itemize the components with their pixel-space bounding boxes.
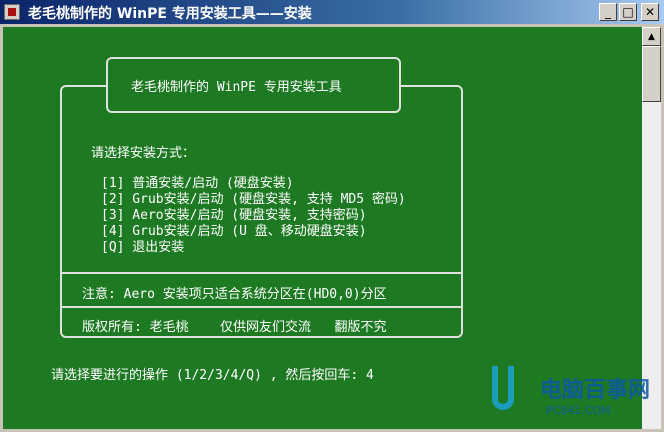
prompt-heading: 请选择安装方式：	[91, 146, 196, 161]
input-prompt: 请选择要进行的操作 (1/2/3/4/Q) , 然后按回车: 4	[51, 368, 374, 383]
close-button[interactable]: ✕	[641, 3, 659, 21]
divider-top	[61, 272, 461, 274]
console-text: 老毛桃制作的 WinPE 专用安装工具 请选择安装方式： [1] 普通安装/启动…	[3, 27, 642, 429]
divider-bottom	[61, 306, 461, 308]
note-text: 注意: Aero 安装项只适合系统分区在(HD0,0)分区	[82, 287, 387, 302]
title-bar[interactable]: 老毛桃制作的 WinPE 专用安装工具——安装 _ □ ✕	[0, 0, 664, 24]
option-quit: [Q] 退出安装	[101, 240, 185, 255]
scroll-up-button[interactable]: ▲	[642, 27, 661, 46]
watermark-subtext: PC841.COM	[546, 404, 611, 417]
app-icon[interactable]	[4, 4, 20, 20]
scroll-thumb[interactable]	[642, 46, 661, 102]
watermark-text: 电脑百事网	[540, 378, 651, 403]
copyright-text: 版权所有: 老毛桃 仅供网友们交流 翻版不究	[82, 320, 387, 335]
header-title: 老毛桃制作的 WinPE 专用安装工具	[131, 80, 342, 95]
console-area[interactable]: 老毛桃制作的 WinPE 专用安装工具 请选择安装方式： [1] 普通安装/启动…	[3, 27, 642, 429]
watermark-logo-icon	[492, 366, 514, 410]
site-watermark: 电脑百事网 PC841.COM	[492, 366, 660, 428]
maximize-button[interactable]: □	[619, 3, 637, 21]
vertical-scrollbar[interactable]: ▲	[642, 27, 661, 429]
installer-window: 老毛桃制作的 WinPE 专用安装工具——安装 _ □ ✕ 老毛桃制作的 Win…	[0, 0, 664, 432]
minimize-button[interactable]: _	[599, 3, 617, 21]
window-title: 老毛桃制作的 WinPE 专用安装工具——安装	[28, 6, 312, 22]
